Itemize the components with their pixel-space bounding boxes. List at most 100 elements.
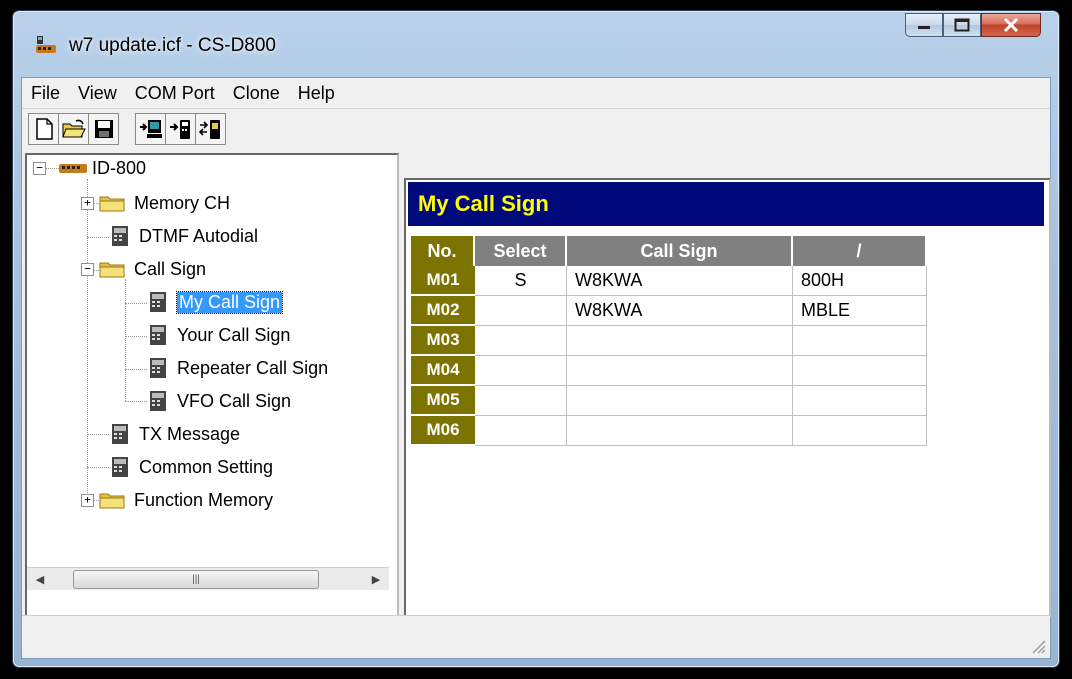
suffix-cell[interactable] bbox=[793, 326, 927, 356]
memo-icon bbox=[150, 358, 166, 378]
suffix-cell[interactable] bbox=[793, 386, 927, 416]
title-bar[interactable]: w7 update.icf - CS-D800 bbox=[13, 11, 1059, 77]
tree-item-vfo-call-sign[interactable]: VFO Call Sign bbox=[147, 388, 291, 414]
call-sign-cell[interactable] bbox=[567, 356, 793, 386]
column-header-suffix[interactable]: / bbox=[793, 236, 927, 266]
minimize-button[interactable] bbox=[905, 13, 943, 37]
call-sign-panel: My Call Sign No. Select Call Sign / M01 S… bbox=[404, 178, 1051, 617]
radio-icon bbox=[59, 164, 87, 173]
tree-item-your-call-sign[interactable]: Your Call Sign bbox=[147, 322, 290, 348]
select-cell[interactable] bbox=[475, 386, 567, 416]
expand-toggle[interactable]: + bbox=[81, 493, 94, 507]
new-icon bbox=[35, 118, 53, 140]
call-sign-cell[interactable] bbox=[567, 326, 793, 356]
suffix-cell[interactable]: MBLE bbox=[793, 296, 927, 326]
write-to-radio-icon bbox=[169, 120, 190, 139]
tree-item-repeater-call-sign[interactable]: Repeater Call Sign bbox=[147, 355, 328, 381]
tree-item-label: Call Sign bbox=[134, 258, 207, 279]
collapse-toggle[interactable]: − bbox=[81, 262, 94, 276]
toolbar bbox=[22, 109, 1050, 149]
clone-transfer-icon bbox=[198, 120, 220, 139]
read-from-radio-button[interactable] bbox=[136, 114, 166, 144]
new-button[interactable] bbox=[29, 114, 59, 144]
suffix-cell[interactable] bbox=[793, 356, 927, 386]
table-row: M06 bbox=[411, 416, 927, 446]
call-sign-grid: No. Select Call Sign / M01 S W8KWA 800H M02 W… bbox=[411, 236, 927, 446]
column-header-no: No. bbox=[411, 236, 475, 266]
tree-item-label: Function Memory bbox=[134, 489, 274, 510]
table-row: M04 bbox=[411, 356, 927, 386]
window-title: w7 update.icf - CS-D800 bbox=[69, 35, 276, 56]
memo-icon bbox=[150, 292, 166, 312]
maximize-icon bbox=[954, 18, 970, 32]
minimize-icon bbox=[918, 26, 930, 29]
memo-icon bbox=[150, 325, 166, 345]
memo-icon bbox=[112, 424, 128, 444]
call-sign-cell[interactable] bbox=[567, 416, 793, 446]
select-cell[interactable]: S bbox=[475, 266, 567, 296]
app-window: w7 update.icf - CS-D800 File View COM Po… bbox=[12, 10, 1060, 668]
tree-item-call-sign[interactable]: − Call Sign bbox=[81, 256, 206, 282]
call-sign-cell[interactable] bbox=[567, 386, 793, 416]
select-cell[interactable] bbox=[475, 356, 567, 386]
collapse-toggle[interactable]: − bbox=[33, 161, 46, 175]
scroll-thumb[interactable]: ||| bbox=[73, 570, 319, 589]
horizontal-scrollbar[interactable]: ◀ ||| ▶ bbox=[27, 567, 389, 590]
tree-item-common-setting[interactable]: Common Setting bbox=[109, 454, 273, 480]
menu-help[interactable]: Help bbox=[289, 83, 344, 104]
tree-item-memory-ch[interactable]: + Memory CH bbox=[81, 190, 230, 216]
select-cell[interactable] bbox=[475, 326, 567, 356]
navigation-tree: − ID-800 + Memory CH DTMF Autodial − Cal… bbox=[25, 153, 399, 617]
suffix-cell[interactable] bbox=[793, 416, 927, 446]
tree-item-dtmf-autodial[interactable]: DTMF Autodial bbox=[109, 223, 258, 249]
tree-item-label: My Call Sign bbox=[175, 290, 284, 314]
save-button[interactable] bbox=[89, 114, 118, 144]
folder-icon bbox=[99, 262, 125, 278]
tree-root[interactable]: − ID-800 bbox=[33, 155, 146, 181]
tree-item-function-memory[interactable]: + Function Memory bbox=[81, 487, 273, 513]
tree-root-label: ID-800 bbox=[92, 157, 147, 178]
tree-item-label: Your Call Sign bbox=[177, 324, 291, 345]
memo-icon bbox=[112, 226, 128, 246]
clone-transfer-button[interactable] bbox=[196, 114, 225, 144]
tree-item-label: Memory CH bbox=[134, 192, 231, 213]
tree-item-label: Repeater Call Sign bbox=[177, 357, 329, 378]
grid-header-row: No. Select Call Sign / bbox=[411, 236, 927, 266]
read-from-radio-icon bbox=[139, 120, 162, 138]
memo-icon bbox=[112, 457, 128, 477]
table-row: M02 W8KWA MBLE bbox=[411, 296, 927, 326]
folder-icon bbox=[99, 493, 125, 509]
row-number-cell: M01 bbox=[411, 266, 475, 296]
menu-bar: File View COM Port Clone Help bbox=[22, 78, 1050, 109]
select-cell[interactable] bbox=[475, 296, 567, 326]
menu-com-port[interactable]: COM Port bbox=[126, 83, 224, 104]
tree-item-label: VFO Call Sign bbox=[177, 390, 292, 411]
column-header-select[interactable]: Select bbox=[475, 236, 567, 266]
call-sign-cell[interactable]: W8KWA bbox=[567, 296, 793, 326]
tree-item-tx-message[interactable]: TX Message bbox=[109, 421, 240, 447]
menu-file[interactable]: File bbox=[22, 83, 69, 104]
client-area: File View COM Port Clone Help − ID-800 +… bbox=[21, 77, 1051, 659]
scroll-right-icon[interactable]: ▶ bbox=[365, 568, 387, 590]
row-number-cell: M03 bbox=[411, 326, 475, 356]
call-sign-cell[interactable]: W8KWA bbox=[567, 266, 793, 296]
maximize-button[interactable] bbox=[943, 13, 981, 37]
tree-item-label: DTMF Autodial bbox=[139, 225, 259, 246]
menu-view[interactable]: View bbox=[69, 83, 126, 104]
write-to-radio-button[interactable] bbox=[166, 114, 196, 144]
scroll-left-icon[interactable]: ◀ bbox=[29, 568, 51, 590]
suffix-cell[interactable]: 800H bbox=[793, 266, 927, 296]
app-icon bbox=[36, 36, 56, 53]
resize-grip-icon[interactable] bbox=[1028, 636, 1046, 654]
tree-item-label: TX Message bbox=[139, 423, 241, 444]
menu-clone[interactable]: Clone bbox=[224, 83, 289, 104]
close-button[interactable] bbox=[981, 13, 1041, 37]
expand-toggle[interactable]: + bbox=[81, 196, 94, 210]
open-icon bbox=[61, 119, 86, 138]
tree-item-my-call-sign[interactable]: My Call Sign bbox=[147, 289, 284, 315]
status-bar bbox=[22, 615, 1050, 658]
open-button[interactable] bbox=[59, 114, 89, 144]
select-cell[interactable] bbox=[475, 416, 567, 446]
column-header-call-sign[interactable]: Call Sign bbox=[567, 236, 793, 266]
close-icon bbox=[1003, 18, 1019, 32]
